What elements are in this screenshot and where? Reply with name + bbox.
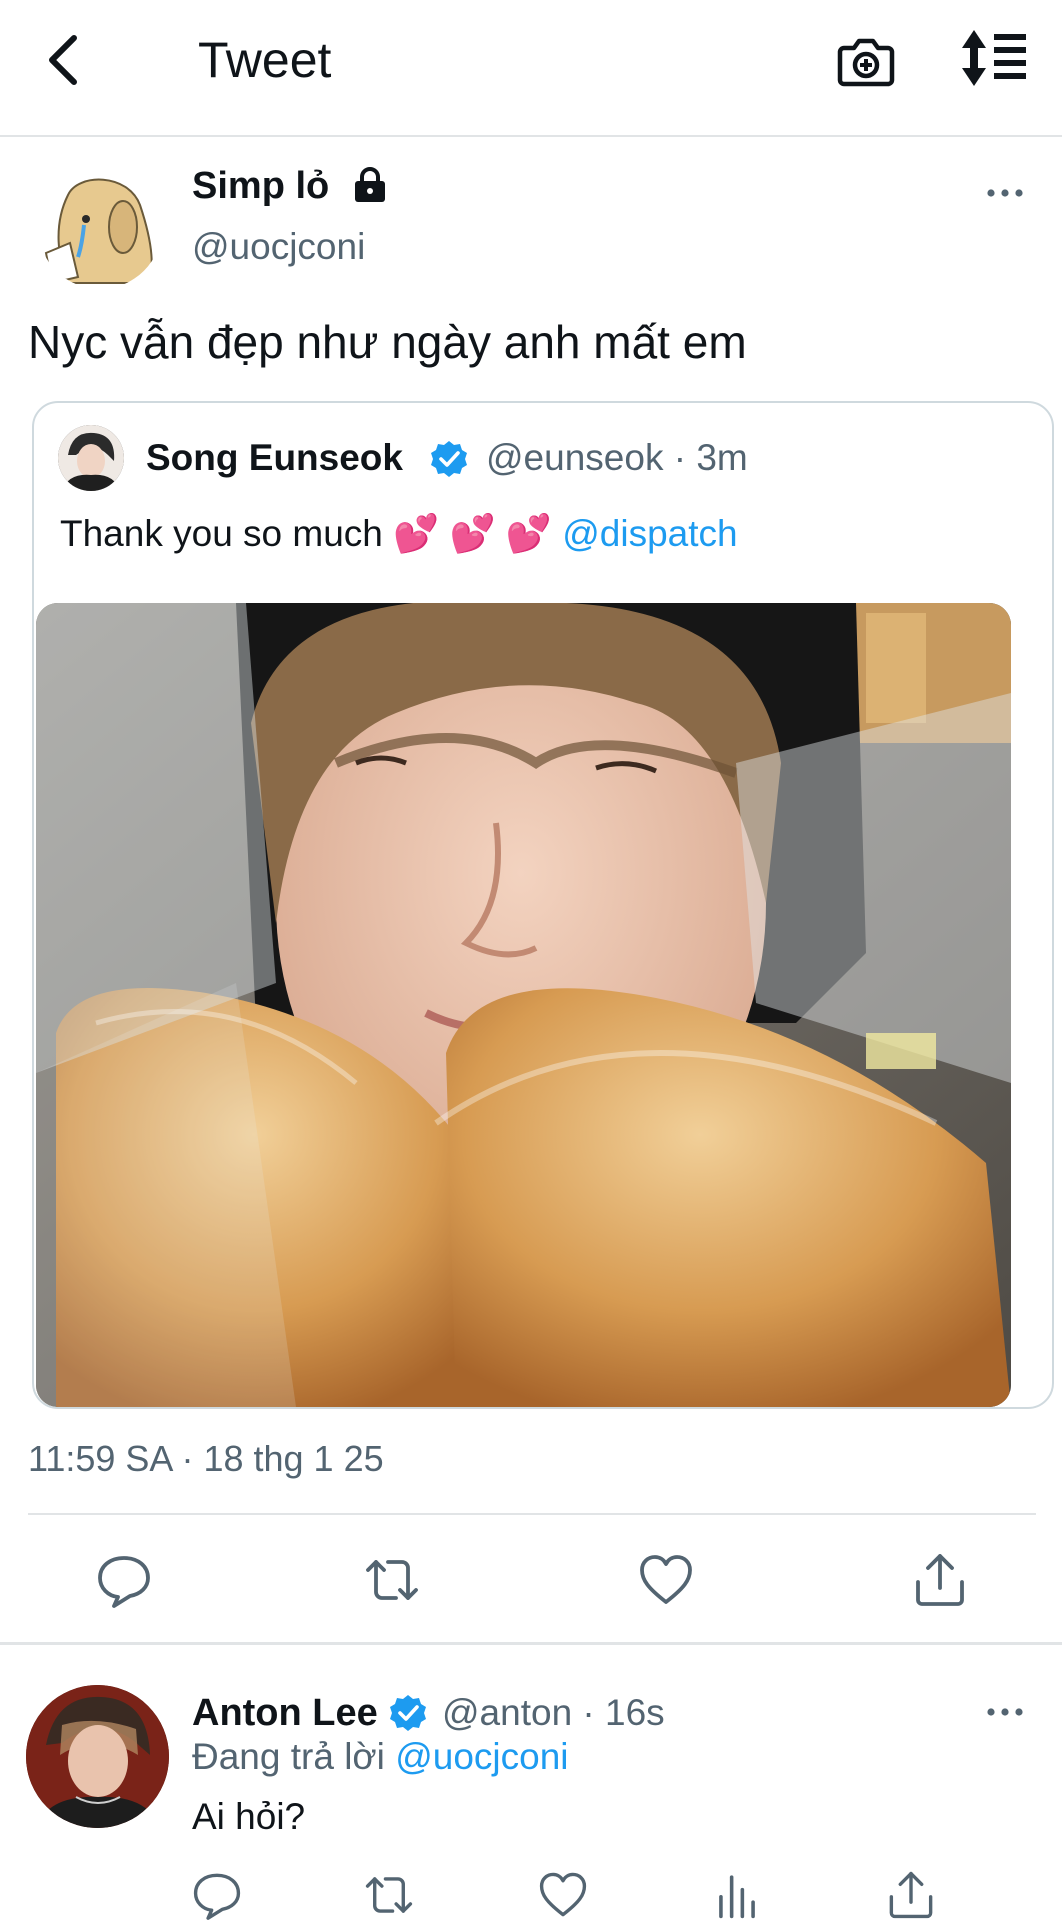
divider xyxy=(28,1513,1036,1515)
reply-analytics-button[interactable] xyxy=(712,1870,762,1920)
reply-share-button[interactable] xyxy=(886,1870,936,1920)
more-options-button[interactable] xyxy=(985,178,1025,208)
reply-author-avatar[interactable] xyxy=(26,1685,169,1828)
reply-text: Ai hỏi? xyxy=(192,1796,306,1837)
bread-selfie-image xyxy=(36,603,1011,1407)
reply-author-handle[interactable]: @anton · 16s xyxy=(442,1688,665,1738)
camera-add-icon xyxy=(837,38,895,87)
lock-icon xyxy=(350,165,390,205)
analytics-icon xyxy=(719,1875,755,1919)
author-handle[interactable]: @uocjconi xyxy=(192,224,365,270)
chevron-left-icon xyxy=(49,35,77,85)
share-icon xyxy=(916,1554,964,1606)
replying-to-mention[interactable]: @uocjconi xyxy=(395,1736,568,1777)
verified-badge-icon xyxy=(388,1693,428,1733)
camera-button[interactable] xyxy=(836,30,896,90)
tweet-timestamp: 11:59 SA · 18 thg 1 25 xyxy=(28,1438,384,1479)
more-icon xyxy=(987,189,1023,197)
reply-retweet-button[interactable] xyxy=(364,1870,414,1920)
quoted-author-name: Song Eunseok xyxy=(146,437,403,478)
like-icon xyxy=(640,1555,692,1604)
quoted-tweet-photo[interactable] xyxy=(36,603,1011,1407)
verified-badge-icon xyxy=(429,439,469,479)
author-name[interactable]: Simp lỏ xyxy=(192,163,329,209)
reply-more-options-button[interactable] xyxy=(985,1697,1025,1727)
reply-icon xyxy=(98,1556,150,1608)
share-icon xyxy=(889,1871,933,1919)
more-icon xyxy=(987,1708,1023,1716)
back-button[interactable] xyxy=(40,30,90,90)
top-bar: Tweet xyxy=(0,0,1062,137)
reply-button[interactable] xyxy=(96,1552,152,1608)
reply-author-name[interactable]: Anton Lee xyxy=(192,1688,378,1738)
share-button[interactable] xyxy=(912,1552,968,1608)
author-avatar[interactable] xyxy=(38,165,162,289)
replying-to-line: Đang trả lời @uocjconi xyxy=(192,1732,569,1782)
page-title: Tweet xyxy=(198,32,332,88)
sort-button[interactable] xyxy=(960,28,1032,90)
quoted-author-avatar xyxy=(58,425,124,491)
dog-avatar-image xyxy=(38,165,162,289)
retweet-icon xyxy=(366,1560,418,1600)
quoted-tweet[interactable]: Song Eunseok @eunseok · 3m Thank you so … xyxy=(32,401,1054,1409)
replying-prefix: Đang trả lời xyxy=(192,1736,396,1777)
quoted-tweet-text: Thank you so much 💕 💕 💕 @dispatch xyxy=(60,511,738,557)
retweet-icon xyxy=(365,1877,413,1913)
like-button[interactable] xyxy=(638,1552,694,1608)
quoted-author-handle: @eunseok · 3m xyxy=(486,437,748,478)
reply-like-button[interactable] xyxy=(538,1870,588,1920)
like-icon xyxy=(539,1872,587,1917)
sort-list-icon xyxy=(962,30,1026,86)
retweet-button[interactable] xyxy=(364,1552,420,1608)
tweet-text: Nyc vẫn đẹp như ngày anh mất em xyxy=(28,316,747,368)
reply-icon xyxy=(193,1873,241,1920)
section-divider xyxy=(0,1642,1062,1645)
mention-link[interactable]: @dispatch xyxy=(562,513,737,554)
reply-reply-button[interactable] xyxy=(192,1870,242,1920)
quoted-text-body: Thank you so much 💕 💕 💕 xyxy=(60,513,563,554)
